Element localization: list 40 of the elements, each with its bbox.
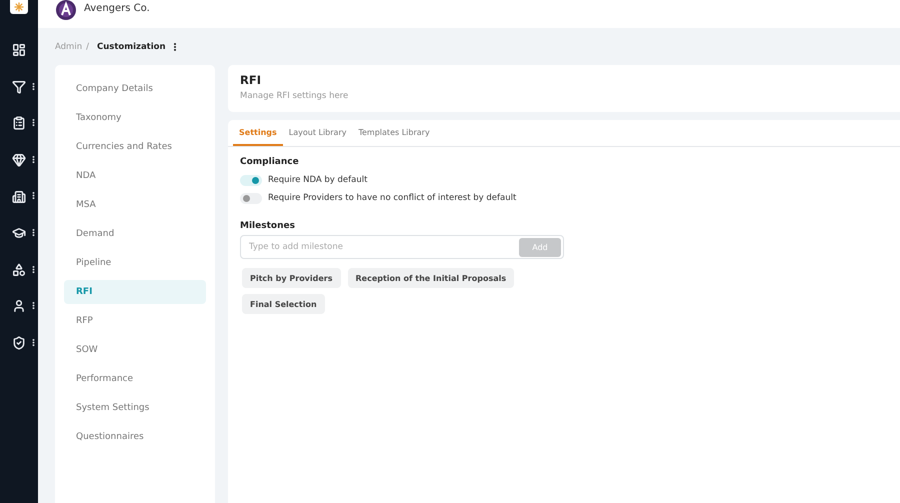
toggle-switch[interactable] <box>240 192 262 204</box>
milestone-chip: Final Selection <box>242 294 325 314</box>
nav-item[interactable]: Demand <box>64 222 206 246</box>
company-name: Avengers Co. <box>84 2 150 14</box>
tab[interactable]: Templates Library <box>352 120 436 146</box>
page-title: RFI <box>240 73 262 87</box>
toggle-label: Require Providers to have no conflict of interest by default <box>268 193 516 203</box>
dashboard-icon[interactable] <box>12 43 26 58</box>
nav-item[interactable]: Pipeline <box>64 251 206 275</box>
tab[interactable]: Layout Library <box>282 120 352 146</box>
toggle-switch[interactable] <box>240 174 262 186</box>
nav-item[interactable]: Performance <box>64 367 206 391</box>
nav-item[interactable]: Currencies and Rates <box>64 135 206 159</box>
breadcrumb-link[interactable]: Admin <box>55 42 82 52</box>
nav-item[interactable]: Company Details <box>64 77 206 101</box>
gem-icon[interactable] <box>12 153 26 168</box>
nav-item[interactable]: SOW <box>64 338 206 362</box>
user-icon[interactable] <box>12 299 26 314</box>
shapes-icon[interactable] <box>12 262 26 277</box>
nav-item[interactable]: Taxonomy <box>64 106 206 130</box>
toggle-label: Require NDA by default <box>268 175 368 185</box>
breadcrumb-separator: / <box>86 42 89 52</box>
nav-item[interactable]: System Settings <box>64 396 206 420</box>
tab[interactable]: Settings <box>233 120 283 146</box>
building-icon[interactable] <box>12 190 26 204</box>
filter-icon[interactable] <box>12 80 26 94</box>
nav-item[interactable]: NDA <box>64 164 206 188</box>
page-subtitle: Manage RFI settings here <box>240 91 350 101</box>
section-heading: Compliance <box>240 157 300 167</box>
clipboard-icon[interactable] <box>12 116 26 130</box>
nav-item[interactable]: RFP <box>64 309 206 333</box>
nav-item[interactable]: MSA <box>64 193 206 217</box>
milestone-chip: Pitch by Providers <box>242 268 340 288</box>
shield-icon[interactable] <box>12 336 26 350</box>
nav-item[interactable]: RFI <box>64 280 206 304</box>
section-heading: Milestones <box>240 221 296 231</box>
graduation-cap-icon[interactable] <box>12 226 26 240</box>
nav-item[interactable]: Questionnaires <box>64 425 206 449</box>
breadcrumb-current: Customization <box>96 42 166 52</box>
milestone-chip: Reception of the Initial Proposals <box>348 268 514 288</box>
